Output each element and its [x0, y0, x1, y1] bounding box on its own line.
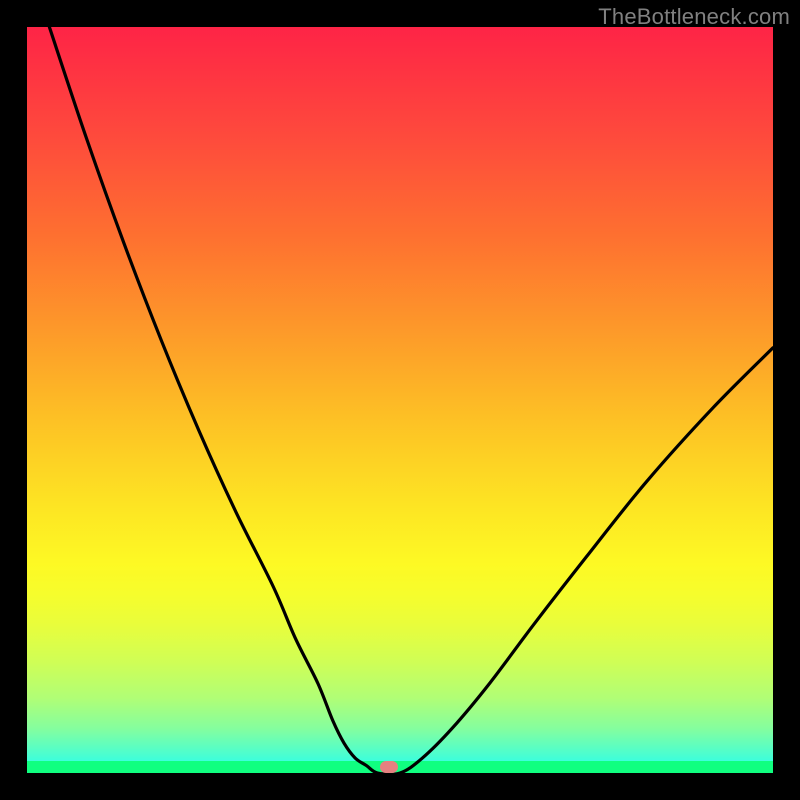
chart-container: TheBottleneck.com [0, 0, 800, 800]
baseline-strip [27, 761, 773, 773]
optimal-point-marker [380, 761, 398, 773]
bottleneck-curve [27, 27, 773, 773]
plot-area [27, 27, 773, 773]
watermark-text: TheBottleneck.com [598, 4, 790, 30]
